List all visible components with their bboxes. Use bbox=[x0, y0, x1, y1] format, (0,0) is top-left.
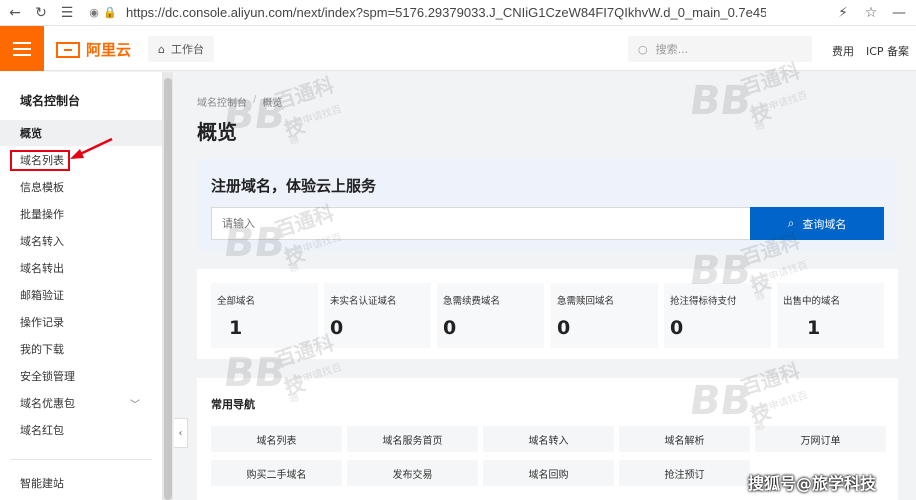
aliyun-logo-icon bbox=[56, 41, 80, 58]
stat-label: 全部域名 bbox=[217, 296, 256, 307]
back-icon[interactable]: ← bbox=[4, 2, 26, 24]
billing-link[interactable]: 费用 bbox=[832, 43, 854, 59]
collapse-sidebar-button[interactable]: ‹ bbox=[174, 418, 188, 448]
icp-link[interactable]: ICP 备案 bbox=[866, 43, 909, 59]
aliyun-logo[interactable]: 阿里云 bbox=[56, 39, 131, 60]
stat-label: 抢注得标待支付 bbox=[670, 296, 737, 307]
sidebar-item-label: 安全锁管理 bbox=[20, 370, 75, 383]
stat-label: 急需续费域名 bbox=[443, 296, 501, 307]
stat-label: 急需赎回域名 bbox=[557, 296, 615, 307]
breadcrumb-overview: 概览 bbox=[262, 98, 283, 109]
lock-icon: 🔒 bbox=[103, 6, 117, 19]
stat-label: 出售中的域名 bbox=[783, 296, 841, 307]
stats-card: 全部域名 1 未实名认证域名 0 急需续费域名 0 急需赎回域名 0 抢注得标待… bbox=[197, 269, 898, 359]
annotation-arrow-icon bbox=[70, 137, 113, 159]
sidebar-item-batch[interactable]: 批量操作 bbox=[0, 201, 162, 227]
quick-nav-transfer-in[interactable]: 域名转入 bbox=[483, 426, 614, 452]
sidebar-item-label: 批量操作 bbox=[20, 208, 64, 221]
annotation-highlight-box bbox=[10, 150, 70, 171]
quick-nav-buy-used[interactable]: 购买二手域名 bbox=[211, 460, 342, 486]
breadcrumb: 域名控制台 / 概览 bbox=[197, 94, 282, 109]
sidebar-item-transfer-in[interactable]: 域名转入 bbox=[0, 228, 162, 254]
breadcrumb-console[interactable]: 域名控制台 bbox=[197, 94, 247, 109]
stat-on-sale[interactable]: 出售中的域名 1 bbox=[777, 283, 884, 348]
sidebar-item-label: 域名红包 bbox=[20, 424, 64, 437]
minimize-icon[interactable]: — bbox=[888, 2, 910, 24]
stat-redeem-urgent[interactable]: 急需赎回域名 0 bbox=[551, 283, 658, 348]
sidebar-item-label: 域名转出 bbox=[20, 262, 64, 275]
quick-nav-backorder[interactable]: 抢注预订 bbox=[619, 460, 750, 486]
logo-text: 阿里云 bbox=[86, 41, 132, 59]
search-icon: ⌕ bbox=[787, 216, 795, 230]
query-domain-label: 查询域名 bbox=[802, 218, 847, 231]
sidebar-item-downloads[interactable]: 我的下载 bbox=[0, 336, 162, 362]
bookmark-star-icon[interactable]: ☆ bbox=[860, 2, 882, 24]
console-header: 阿里云 ⌂ 工作台 ○ 搜索... 费用 ICP 备案 bbox=[0, 26, 916, 71]
stat-label: 未实名认证域名 bbox=[330, 296, 397, 307]
register-domain-card: 注册域名，体验云上服务 ⌕ 查询域名 bbox=[197, 158, 898, 251]
quick-nav-domain-list[interactable]: 域名列表 bbox=[211, 426, 342, 452]
sidebar-item-label: 域名优惠包 bbox=[20, 397, 75, 410]
hamburger-icon bbox=[13, 41, 31, 44]
sidebar-item-discount-pack[interactable]: 域名优惠包 ﹀ bbox=[0, 390, 162, 416]
url-text[interactable]: https://dc.console.aliyun.com/next/index… bbox=[126, 5, 766, 20]
sidebar-divider bbox=[10, 459, 152, 460]
sidebar-scroll-thumb[interactable] bbox=[164, 78, 172, 500]
sidebar-item-security-lock[interactable]: 安全锁管理 bbox=[0, 363, 162, 389]
quick-nav-service-home[interactable]: 域名服务首页 bbox=[347, 426, 478, 452]
quick-nav-buyback[interactable]: 域名回购 bbox=[483, 460, 614, 486]
domain-search-input[interactable] bbox=[211, 207, 751, 240]
stat-value: 1 bbox=[807, 317, 821, 339]
register-title: 注册域名，体验云上服务 bbox=[211, 177, 377, 195]
quick-nav-dns[interactable]: 域名解析 bbox=[619, 426, 750, 452]
stat-value: 0 bbox=[443, 317, 457, 339]
stat-value: 0 bbox=[330, 317, 344, 339]
sidebar-item-label: 邮箱验证 bbox=[20, 289, 64, 302]
sidebar-item-label: 域名转入 bbox=[20, 235, 64, 248]
quick-nav-publish-trade[interactable]: 发布交易 bbox=[347, 460, 478, 486]
browser-toolbar: ← ↻ ☰ ◉ 🔒 https://dc.console.aliyun.com/… bbox=[0, 0, 916, 26]
sidebar-item-email-verify[interactable]: 邮箱验证 bbox=[0, 282, 162, 308]
site-info-icon[interactable]: ◉ bbox=[86, 5, 102, 21]
reload-icon[interactable]: ↻ bbox=[30, 2, 52, 24]
stat-unverified[interactable]: 未实名认证域名 0 bbox=[324, 283, 431, 348]
workbench-label: 工作台 bbox=[170, 43, 204, 56]
extension-icon[interactable]: ⚡ bbox=[832, 2, 854, 24]
search-placeholder: 搜索... bbox=[655, 43, 689, 56]
sidebar-item-smart-site[interactable]: 智能建站 bbox=[0, 470, 162, 496]
chevron-down-icon: ﹀ bbox=[130, 399, 140, 411]
stat-value: 0 bbox=[670, 317, 684, 339]
breadcrumb-separator: / bbox=[253, 94, 257, 105]
sidebar-item-label: 信息模板 bbox=[20, 181, 64, 194]
footer-brand-watermark: 搜狐号@旅学科技 bbox=[748, 474, 877, 493]
workbench-button[interactable]: ⌂ 工作台 bbox=[148, 36, 214, 62]
stat-renew-urgent[interactable]: 急需续费域名 0 bbox=[437, 283, 544, 348]
sidebar-item-operation-log[interactable]: 操作记录 bbox=[0, 309, 162, 335]
tab-search-icon[interactable]: ☰ bbox=[56, 2, 78, 24]
sidebar-title: 域名控制台 bbox=[20, 94, 81, 108]
sidebar-item-label: 操作记录 bbox=[20, 316, 64, 329]
sidebar-item-red-packet[interactable]: 域名红包 bbox=[0, 417, 162, 443]
sidebar-item-label: 我的下载 bbox=[20, 343, 64, 356]
sidebar-item-label: 智能建站 bbox=[20, 477, 64, 490]
quick-nav-orders[interactable]: 万网订单 bbox=[755, 426, 886, 452]
page-title: 概览 bbox=[197, 120, 237, 144]
watermark: BB百通科技资质申请找百通 bbox=[686, 58, 810, 134]
sidebar-item-info-template[interactable]: 信息模板 bbox=[0, 174, 162, 200]
header-search[interactable]: ○ 搜索... bbox=[628, 36, 812, 62]
stat-all-domains[interactable]: 全部域名 1 bbox=[211, 283, 318, 348]
search-icon: ○ bbox=[638, 42, 648, 56]
sidebar-item-label: 概览 bbox=[20, 127, 42, 140]
hamburger-menu-button[interactable] bbox=[0, 26, 44, 71]
home-icon: ⌂ bbox=[158, 42, 165, 56]
stat-backorder-pay[interactable]: 抢注得标待支付 0 bbox=[664, 283, 771, 348]
stat-value: 0 bbox=[557, 317, 571, 339]
chevron-left-icon: ‹ bbox=[178, 427, 183, 439]
query-domain-button[interactable]: ⌕ 查询域名 bbox=[750, 207, 884, 240]
sidebar-item-transfer-out[interactable]: 域名转出 bbox=[0, 255, 162, 281]
quick-nav-title: 常用导航 bbox=[211, 398, 255, 411]
address-bar[interactable]: ◉ 🔒 https://dc.console.aliyun.com/next/i… bbox=[86, 2, 786, 24]
stat-value: 1 bbox=[229, 317, 243, 339]
